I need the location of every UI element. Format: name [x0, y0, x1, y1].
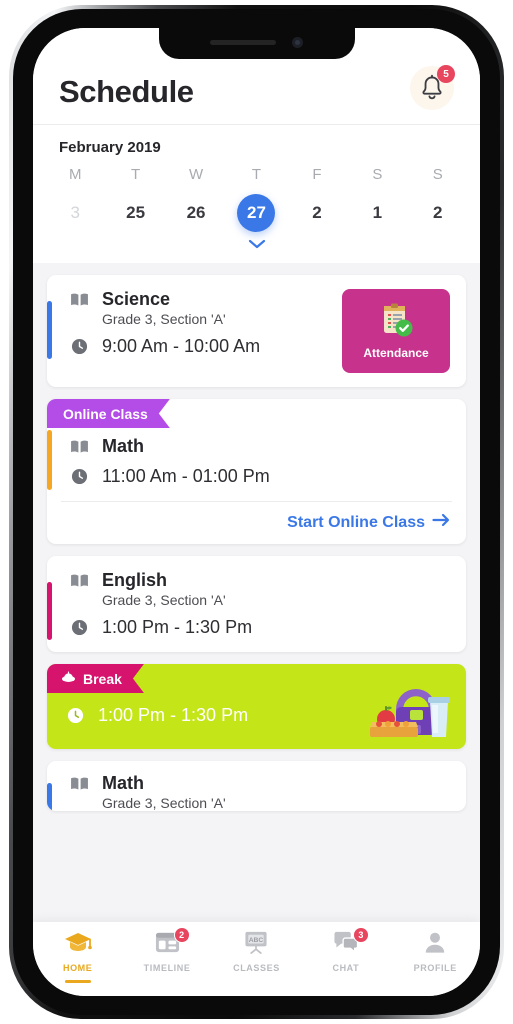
- card-accent-bar: [47, 783, 52, 811]
- calendar-day-initials-row: M T W T F S S: [33, 166, 480, 193]
- card-time: 11:00 Am - 01:00 Pm: [102, 466, 270, 486]
- food-icon: [61, 670, 76, 687]
- schedule-card-math-online[interactable]: Online Class Math 11:00 Am - 01:00 Pm St…: [47, 399, 466, 544]
- nav-label-home: HOME: [62, 963, 93, 973]
- calendar-date[interactable]: 3: [56, 194, 94, 232]
- screenshot-stage: Schedule 5 February 2019 M T W T F S S 3…: [0, 0, 513, 1024]
- nav-label-timeline: TIMELINE: [143, 963, 191, 973]
- book-icon: [69, 292, 90, 307]
- svg-text:ABC: ABC: [249, 936, 264, 943]
- clock-icon: [69, 338, 90, 355]
- day-initial: S: [432, 166, 443, 183]
- day-initial: S: [372, 166, 383, 183]
- calendar-month-label: February 2019: [59, 139, 161, 156]
- day-initial: T: [251, 166, 262, 183]
- attendance-button-label: Attendance: [363, 346, 429, 360]
- day-initial: W: [188, 166, 204, 183]
- earpiece-speaker-icon: [210, 40, 276, 45]
- break-ribbon-label: Break: [83, 670, 122, 687]
- calendar-date-cell[interactable]: 25: [105, 193, 165, 233]
- clock-icon: [69, 619, 90, 636]
- nav-badge-chat: 3: [352, 927, 369, 943]
- calendar-date-cell[interactable]: 2: [408, 193, 468, 233]
- schedule-card-science[interactable]: Science Grade 3, Section 'A' 9:00 Am - 1…: [47, 275, 466, 387]
- card-time: 9:00 Am - 10:00 Am: [102, 336, 261, 356]
- break-ribbon: Break: [47, 664, 144, 693]
- notifications-button[interactable]: 5: [410, 65, 455, 110]
- calendar-expand-button[interactable]: [33, 237, 480, 255]
- calendar-date-selected[interactable]: 27: [237, 194, 276, 232]
- graduation-cap-icon: [63, 930, 93, 960]
- book-icon: [69, 439, 90, 454]
- attendance-button[interactable]: Attendance: [342, 289, 450, 373]
- lunchbox-illustration: [366, 679, 452, 741]
- card-time: 1:00 Pm - 1:30 Pm: [102, 617, 253, 637]
- card-accent-bar: [47, 301, 52, 359]
- day-initial: F: [312, 166, 322, 183]
- bottom-navigation: HOME 2 TIMELINE ABC CLASSES 3 CHAT PROFI…: [33, 922, 480, 996]
- nav-item-classes[interactable]: ABC CLASSES: [215, 931, 297, 973]
- page-title: Schedule: [59, 74, 194, 109]
- calendar-strip: February 2019 M T W T F S S 3 25 26 27 2…: [33, 125, 480, 263]
- nav-badge-timeline: 2: [173, 927, 190, 943]
- card-accent-bar: [47, 430, 52, 490]
- start-online-class-link[interactable]: Start Online Class: [287, 513, 450, 532]
- nav-item-profile[interactable]: PROFILE: [394, 931, 476, 973]
- book-icon: [69, 776, 90, 791]
- phone-screen: Schedule 5 February 2019 M T W T F S S 3…: [33, 28, 480, 996]
- card-subject: English: [102, 570, 168, 590]
- schedule-card-break[interactable]: Break 1:00 Pm - 1:30 Pm: [47, 664, 466, 749]
- phone-notch: [158, 28, 355, 59]
- card-subject: Math: [102, 773, 144, 793]
- calendar-dates-row: 3 25 26 27 2 1 2: [33, 193, 480, 233]
- schedule-card-math-partial[interactable]: Math Grade 3, Section 'A': [47, 761, 466, 811]
- nav-label-chat: CHAT: [332, 963, 360, 973]
- calendar-date[interactable]: 26: [177, 194, 215, 232]
- nav-item-chat[interactable]: 3 CHAT: [305, 927, 387, 973]
- card-section: Grade 3, Section 'A': [102, 311, 226, 327]
- calendar-date[interactable]: 25: [117, 194, 155, 232]
- schedule-card-english[interactable]: English Grade 3, Section 'A' 1:00 Pm - 1…: [47, 556, 466, 652]
- online-class-ribbon: Online Class: [47, 399, 170, 428]
- nav-label-profile: PROFILE: [413, 963, 457, 973]
- card-subject: Science: [102, 289, 171, 309]
- clock-icon: [69, 468, 90, 485]
- notification-badge: 5: [437, 65, 455, 83]
- nav-item-home[interactable]: HOME: [37, 931, 119, 983]
- nav-active-indicator: [64, 980, 91, 983]
- front-camera-icon: [292, 37, 303, 48]
- day-initial: T: [131, 166, 141, 183]
- calendar-date[interactable]: 1: [358, 194, 396, 232]
- day-initial: M: [68, 166, 82, 183]
- card-subject: Math: [102, 436, 144, 456]
- person-icon: [422, 930, 448, 960]
- calendar-date[interactable]: 2: [298, 194, 336, 232]
- calendar-date-cell[interactable]: 26: [166, 193, 226, 233]
- schedule-list[interactable]: Science Grade 3, Section 'A' 9:00 Am - 1…: [33, 263, 480, 935]
- arrow-right-icon: [432, 513, 450, 532]
- card-section: Grade 3, Section 'A': [102, 592, 226, 608]
- chalkboard-abc-icon: ABC: [242, 930, 270, 960]
- calendar-date-cell[interactable]: 2: [287, 193, 347, 233]
- start-online-class-label: Start Online Class: [287, 513, 425, 531]
- online-class-ribbon-label: Online Class: [63, 405, 148, 422]
- nav-item-timeline[interactable]: 2 TIMELINE: [126, 927, 208, 973]
- card-time: 1:00 Pm - 1:30 Pm: [98, 705, 249, 725]
- nav-label-classes: CLASSES: [233, 963, 280, 973]
- calendar-date[interactable]: 2: [419, 194, 457, 232]
- clipboard-check-icon: [378, 302, 414, 343]
- book-icon: [69, 573, 90, 588]
- card-section: Grade 3, Section 'A': [102, 795, 226, 811]
- chevron-down-icon: [247, 237, 267, 255]
- calendar-date-cell-selected[interactable]: 27: [226, 193, 286, 233]
- calendar-date-cell[interactable]: 1: [347, 193, 407, 233]
- card-accent-bar: [47, 582, 52, 640]
- calendar-date-cell[interactable]: 3: [45, 193, 105, 233]
- clock-icon: [65, 707, 86, 724]
